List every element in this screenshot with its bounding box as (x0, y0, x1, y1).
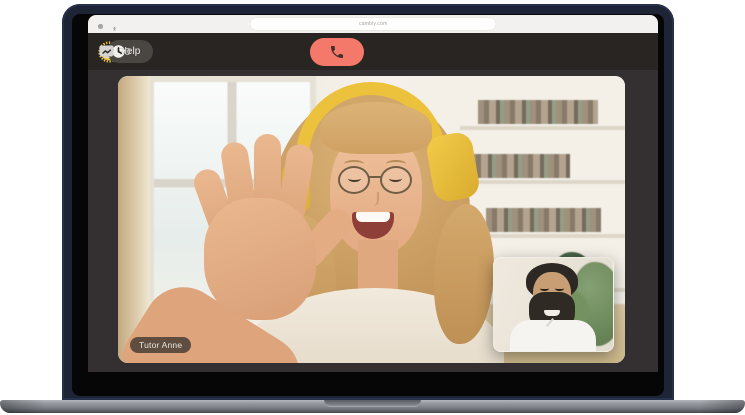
address-bar[interactable]: cambly.com (251, 18, 496, 30)
self-view-video[interactable] (493, 257, 614, 352)
tutor-name-label: Tutor Anne (139, 340, 182, 350)
end-call-phone-icon (329, 44, 345, 60)
laptop-base (0, 400, 745, 413)
laptop-mockup: ‹ › cambly.com (0, 0, 745, 415)
waving-hand (204, 198, 316, 320)
browser-window: ‹ › cambly.com (88, 15, 658, 372)
screen-share-icon (98, 43, 115, 60)
tutor-video: Tutor Anne (118, 76, 625, 363)
video-call-page: Help 22:30 (88, 33, 658, 372)
laptop-screen-bezel: ‹ › cambly.com (62, 4, 674, 400)
tutor-name-badge: Tutor Anne (130, 337, 191, 353)
video-stage: Tutor Anne (88, 70, 658, 372)
forward-icon[interactable]: › (113, 24, 116, 33)
laptop-lid-notch (324, 400, 421, 407)
screen-display: ‹ › cambly.com (72, 14, 664, 396)
call-toolbar: Help 22:30 (88, 33, 658, 70)
maximize-window-button[interactable] (98, 24, 103, 29)
screen-share-button[interactable] (98, 43, 115, 60)
url-text: cambly.com (359, 21, 388, 26)
browser-chrome-bar: ‹ › cambly.com (88, 15, 658, 33)
end-call-button[interactable] (310, 38, 364, 66)
